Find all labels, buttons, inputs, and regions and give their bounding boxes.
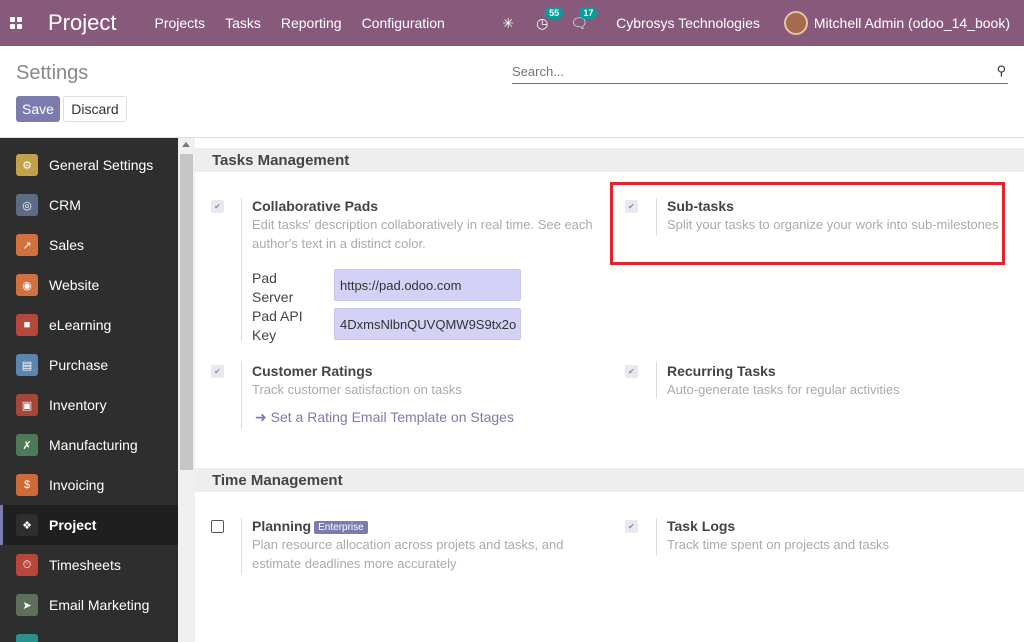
sidebar-item-label: Sales bbox=[49, 237, 85, 253]
settings-app-sidebar: ⚙ General Settings ◎ CRM ↗ Sales ◉ Websi… bbox=[0, 138, 180, 642]
customer-ratings-checkbox[interactable]: ✔ bbox=[211, 365, 224, 378]
sidebar-item-crm[interactable]: ◎ CRM bbox=[0, 185, 180, 225]
divider bbox=[656, 361, 657, 399]
sidebar-item-partial[interactable] bbox=[0, 625, 180, 642]
rating-email-template-link[interactable]: ➜ Set a Rating Email Template on Stages bbox=[255, 409, 514, 426]
main-menu: Projects Tasks Reporting Configuration bbox=[154, 15, 444, 31]
planning-title-label: Planning bbox=[252, 518, 312, 534]
planning-title: Planning Enterprise bbox=[252, 518, 368, 534]
page-title: Settings bbox=[16, 62, 89, 84]
sidebar-item-general-settings[interactable]: ⚙ General Settings bbox=[0, 145, 180, 185]
sidebar-item-label: Email Marketing bbox=[49, 597, 150, 613]
scrollbar-thumb[interactable] bbox=[180, 154, 193, 470]
sidebar-item-email-marketing[interactable]: ➤ Email Marketing bbox=[0, 585, 180, 625]
user-menu[interactable]: Mitchell Admin (odoo_14_book) bbox=[814, 15, 1010, 31]
collaborative-pads-title: Collaborative Pads bbox=[252, 198, 379, 214]
stopwatch-icon: ⏱ bbox=[16, 554, 38, 576]
activity-icon[interactable]: ◷ 55 bbox=[536, 6, 564, 32]
menu-projects[interactable]: Projects bbox=[154, 15, 205, 31]
purchase-icon: ▤ bbox=[16, 354, 38, 376]
sidebar-scrollbar[interactable] bbox=[178, 138, 195, 642]
sidebar-item-label: General Settings bbox=[49, 157, 154, 173]
app-icon bbox=[16, 634, 38, 642]
sidebar-item-purchase[interactable]: ▤ Purchase bbox=[0, 345, 180, 385]
menu-reporting[interactable]: Reporting bbox=[281, 15, 342, 31]
section-heading-time-management: Time Management bbox=[195, 468, 1024, 492]
recurring-tasks-desc: Auto-generate tasks for regular activiti… bbox=[667, 382, 900, 397]
sidebar-item-label: Purchase bbox=[49, 357, 109, 373]
divider bbox=[241, 198, 242, 341]
customer-ratings-title: Customer Ratings bbox=[252, 363, 373, 379]
menu-configuration[interactable]: Configuration bbox=[362, 15, 445, 31]
search-input[interactable] bbox=[512, 64, 982, 79]
chat-icon[interactable]: 🗨 17 bbox=[570, 6, 598, 32]
enterprise-badge: Enterprise bbox=[314, 521, 368, 534]
planning-desc: Plan resource allocation across projets … bbox=[252, 537, 564, 571]
scroll-up-icon[interactable] bbox=[182, 142, 190, 147]
sidebar-item-elearning[interactable]: ■ eLearning bbox=[0, 305, 180, 345]
divider bbox=[656, 518, 657, 556]
sidebar-item-label: eLearning bbox=[49, 317, 112, 333]
task-logs-title: Task Logs bbox=[667, 518, 736, 534]
sidebar-item-label: Inventory bbox=[49, 397, 107, 413]
rating-link-label: Set a Rating Email Template on Stages bbox=[270, 409, 514, 425]
search-icon[interactable]: ⚲ bbox=[996, 63, 1006, 79]
section-heading-tasks-management: Tasks Management bbox=[195, 148, 1024, 172]
avatar[interactable] bbox=[783, 11, 808, 35]
pad-api-key-input[interactable] bbox=[334, 308, 521, 340]
pad-server-label: Pad Server bbox=[252, 270, 294, 305]
elearning-icon: ■ bbox=[16, 314, 38, 336]
task-logs-checkbox[interactable]: ✔ bbox=[625, 520, 638, 533]
sidebar-item-project[interactable]: ❖ Project bbox=[0, 505, 180, 545]
systray: ✳ ◷ 55 🗨 17 Cybrosys Technologies Mitchell… bbox=[502, 0, 1010, 46]
search-bar: ⚲ bbox=[512, 60, 1008, 84]
sidebar-item-label: Manufacturing bbox=[49, 437, 138, 453]
recurring-tasks-title: Recurring Tasks bbox=[667, 363, 776, 379]
app-brand[interactable]: Project bbox=[48, 10, 116, 36]
wrench-icon: ✗ bbox=[16, 434, 38, 456]
sidebar-item-label: Project bbox=[49, 517, 97, 533]
task-logs-desc: Track time spent on projects and tasks bbox=[667, 537, 890, 552]
bug-icon[interactable]: ✳ bbox=[502, 15, 514, 32]
top-navbar: Project Projects Tasks Reporting Configu… bbox=[0, 0, 1024, 46]
collaborative-pads-desc: Edit tasks' description collaboratively … bbox=[252, 217, 593, 251]
discard-button[interactable]: Discard bbox=[63, 96, 127, 122]
sidebar-item-inventory[interactable]: ▣ Inventory bbox=[0, 385, 180, 425]
chart-icon: ↗ bbox=[16, 234, 38, 256]
sidebar-item-timesheets[interactable]: ⏱ Timesheets bbox=[0, 545, 180, 585]
puzzle-icon: ❖ bbox=[16, 514, 38, 536]
sidebar-item-label: CRM bbox=[49, 197, 81, 213]
divider bbox=[241, 518, 242, 574]
sidebar-item-invoicing[interactable]: $ Invoicing bbox=[0, 465, 180, 505]
sidebar-item-label: Website bbox=[49, 277, 100, 293]
sidebar-item-label: Timesheets bbox=[49, 557, 121, 573]
menu-tasks[interactable]: Tasks bbox=[225, 15, 261, 31]
control-panel: Settings ⚲ Save Discard bbox=[0, 46, 1024, 138]
invoice-icon: $ bbox=[16, 474, 38, 496]
planning-checkbox[interactable] bbox=[211, 520, 224, 533]
recurring-tasks-checkbox[interactable]: ✔ bbox=[625, 365, 638, 378]
arrow-right-icon: ➜ bbox=[255, 409, 271, 425]
sidebar-item-label: Invoicing bbox=[49, 477, 105, 493]
sidebar-item-website[interactable]: ◉ Website bbox=[0, 265, 180, 305]
pad-api-key-label: Pad API Key bbox=[252, 308, 303, 343]
collaborative-pads-checkbox[interactable]: ✔ bbox=[211, 200, 224, 213]
paper-plane-icon: ➤ bbox=[16, 594, 38, 616]
company-switcher[interactable]: Cybrosys Technologies bbox=[616, 15, 760, 31]
sidebar-item-manufacturing[interactable]: ✗ Manufacturing bbox=[0, 425, 180, 465]
box-icon: ▣ bbox=[16, 394, 38, 416]
activity-badge: 55 bbox=[545, 6, 564, 19]
gear-icon: ⚙ bbox=[16, 154, 38, 176]
handshake-icon: ◎ bbox=[16, 194, 38, 216]
message-badge: 17 bbox=[579, 6, 598, 19]
save-button[interactable]: Save bbox=[16, 96, 60, 122]
app-switcher-icon[interactable] bbox=[0, 0, 32, 46]
sidebar-item-sales[interactable]: ↗ Sales bbox=[0, 225, 180, 265]
pad-server-input[interactable] bbox=[334, 269, 521, 301]
globe-icon: ◉ bbox=[16, 274, 38, 296]
customer-ratings-desc: Track customer satisfaction on tasks bbox=[252, 382, 462, 397]
highlight-annotation-box bbox=[610, 182, 1005, 265]
divider bbox=[241, 361, 242, 429]
